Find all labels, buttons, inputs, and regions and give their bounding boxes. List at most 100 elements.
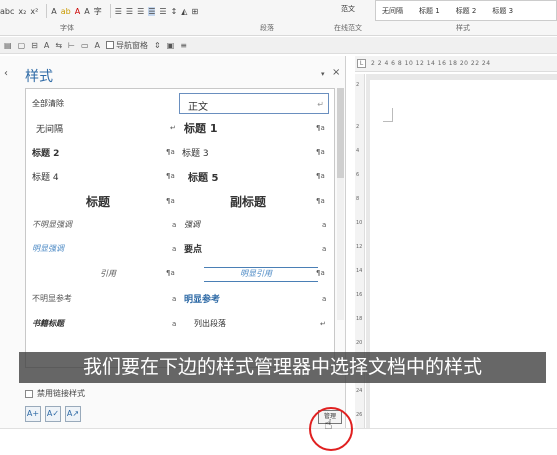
line-spacing-icon[interactable]: ↕ bbox=[171, 7, 178, 16]
justify-icon[interactable]: ☰ bbox=[148, 6, 156, 16]
paragraph-mark: ¶a bbox=[316, 148, 325, 156]
ruler-icon[interactable]: ⊢ bbox=[68, 41, 75, 50]
layout-icon[interactable]: ⊟ bbox=[31, 41, 38, 50]
horizontal-ruler: L 2 2 4 6 8 10 12 14 16 18 20 22 24 bbox=[355, 56, 557, 72]
style-item[interactable]: 书籍标题 bbox=[32, 318, 64, 329]
font-color-button[interactable]: A bbox=[75, 7, 80, 16]
style-item[interactable]: 不明显强调 bbox=[32, 219, 72, 230]
manage-styles-button[interactable]: A↗ bbox=[65, 406, 81, 422]
pilcrow-icon: ↵ bbox=[317, 100, 324, 109]
disable-linked-label: 禁用链接样式 bbox=[37, 389, 85, 398]
disable-linked-checkbox[interactable] bbox=[25, 389, 33, 398]
style-item[interactable]: 标题 3 bbox=[182, 146, 209, 159]
compare-icon[interactable]: ⇆ bbox=[55, 41, 62, 50]
ruler-numbers: 2 2 4 6 8 10 12 14 16 18 20 22 24 bbox=[371, 60, 491, 67]
clear-all-item[interactable]: 全部清除 bbox=[32, 98, 64, 109]
paragraph-mark: ¶a bbox=[316, 269, 325, 277]
nav-pane-checkbox[interactable] bbox=[106, 41, 115, 49]
style-item[interactable]: 副标题 bbox=[230, 193, 266, 210]
ruler-tick: 2 bbox=[356, 124, 360, 130]
borders-icon[interactable]: ⊞ bbox=[191, 7, 198, 16]
group-label-paragraph: 段落 bbox=[260, 24, 274, 32]
style-item[interactable]: 列出段落 bbox=[194, 318, 226, 329]
align-right-icon[interactable]: ☰ bbox=[137, 7, 144, 16]
highlight-button[interactable]: ab bbox=[61, 7, 71, 16]
char-mark: a bbox=[322, 221, 327, 229]
selected-style-box[interactable]: 正文 ↵ bbox=[179, 93, 329, 114]
paragraph-mark: ¶a bbox=[316, 172, 325, 180]
style-item[interactable]: 明显强调 bbox=[32, 243, 64, 254]
tab-selector[interactable]: L bbox=[357, 59, 366, 68]
hand-cursor-icon: ☝ bbox=[324, 417, 333, 433]
style-gallery[interactable]: 无间隔 标题 1 标题 2 标题 3 bbox=[375, 0, 557, 21]
style-item[interactable]: 标题 bbox=[86, 193, 110, 210]
status-area bbox=[0, 428, 557, 455]
font-toolbar-row: abc x₂ x² A ab A A 字 ☰ ☰ ☰ ☰ ☰ ↕ ◭ ⊞ bbox=[0, 2, 202, 20]
frame-icon[interactable]: ▭ bbox=[81, 41, 89, 50]
style-list-scrollbar[interactable] bbox=[337, 88, 344, 320]
subscript-button[interactable]: x₂ bbox=[18, 7, 26, 16]
align-left-icon[interactable]: ☰ bbox=[115, 7, 122, 16]
chevron-left-icon[interactable]: ‹ bbox=[4, 68, 8, 79]
char-mark: a bbox=[322, 295, 327, 303]
ruler-tick: 14 bbox=[356, 268, 363, 274]
ruler-tick: 12 bbox=[356, 244, 363, 250]
text-effects-button[interactable]: A bbox=[51, 7, 56, 16]
superscript-button[interactable]: x² bbox=[30, 7, 38, 16]
more-icon[interactable]: ≡ bbox=[180, 41, 187, 50]
gallery-item[interactable]: 标题 3 bbox=[492, 6, 513, 16]
char-mark: a bbox=[172, 320, 177, 328]
ruler-tick: 10 bbox=[356, 220, 363, 226]
paragraph-mark: ¶a bbox=[166, 197, 175, 205]
char-mark: a bbox=[172, 221, 177, 229]
char-mark: a bbox=[172, 245, 177, 253]
paragraph-mark: ¶a bbox=[316, 124, 325, 132]
pane-button-row: A+ A✓ A↗ bbox=[25, 406, 85, 422]
scrollbar-thumb[interactable] bbox=[337, 88, 344, 178]
disable-linked-styles[interactable]: 禁用链接样式 bbox=[25, 388, 85, 399]
page-icon[interactable]: ▤ bbox=[4, 41, 12, 50]
style-item[interactable]: 标题 4 bbox=[32, 170, 59, 183]
nav-pane-label: 导航窗格 bbox=[116, 40, 149, 50]
nav-pane-toggle[interactable]: 导航窗格 bbox=[106, 40, 148, 51]
style-item[interactable]: 标题 2 bbox=[32, 146, 59, 159]
box-icon[interactable]: ▢ bbox=[18, 41, 26, 50]
pin-icon[interactable]: ⇕ bbox=[154, 41, 161, 50]
style-item[interactable]: 不明显参考 bbox=[32, 293, 72, 304]
gallery-item[interactable]: 无间隔 bbox=[382, 6, 403, 16]
style-item[interactable]: 引用 bbox=[100, 268, 116, 279]
style-item[interactable]: 标题 5 bbox=[188, 169, 218, 184]
align-center-icon[interactable]: ☰ bbox=[126, 7, 133, 16]
char-shading-button[interactable]: A bbox=[84, 7, 89, 16]
style-item[interactable]: 强调 bbox=[184, 219, 200, 230]
style-item[interactable]: 要点 bbox=[184, 242, 202, 255]
distribute-icon[interactable]: ☰ bbox=[159, 7, 166, 16]
new-style-button[interactable]: A+ bbox=[25, 406, 41, 422]
paragraph-mark: ¶a bbox=[166, 172, 175, 180]
group-label-styles: 样式 bbox=[456, 24, 470, 32]
gallery-item[interactable]: 标题 1 bbox=[419, 6, 440, 16]
style-item[interactable]: 明显参考 bbox=[184, 292, 220, 305]
save-icon[interactable]: ▣ bbox=[167, 41, 175, 50]
ruler-tick: 20 bbox=[356, 340, 363, 346]
style-inspector-button[interactable]: A✓ bbox=[45, 406, 61, 422]
divider bbox=[46, 4, 48, 18]
fanwen-button[interactable]: 范文 bbox=[341, 4, 355, 14]
shading-icon[interactable]: ◭ bbox=[181, 7, 187, 16]
style-item[interactable]: 标题 1 bbox=[184, 120, 217, 136]
pane-options-icon[interactable]: ▾ bbox=[321, 70, 325, 78]
close-icon[interactable]: × bbox=[332, 67, 340, 78]
strikethrough-button[interactable]: abc bbox=[0, 7, 14, 16]
pilcrow-icon: ↵ bbox=[320, 320, 326, 328]
paragraph-mark: ¶a bbox=[166, 269, 175, 277]
pilcrow-icon: ↵ bbox=[170, 124, 176, 132]
video-subtitle: 我们要在下边的样式管理器中选择文档中的样式 bbox=[19, 352, 546, 383]
ruler-tick: 6 bbox=[356, 172, 360, 178]
ruler-tick: 16 bbox=[356, 292, 363, 298]
format-icon[interactable]: A bbox=[95, 41, 100, 50]
style-item[interactable]: 无间隔 bbox=[36, 122, 63, 135]
gallery-item[interactable]: 标题 2 bbox=[456, 6, 477, 16]
text-icon[interactable]: A bbox=[44, 41, 49, 50]
style-item[interactable]: 明显引用 bbox=[240, 268, 272, 279]
enclosed-char-button[interactable]: 字 bbox=[94, 6, 102, 17]
